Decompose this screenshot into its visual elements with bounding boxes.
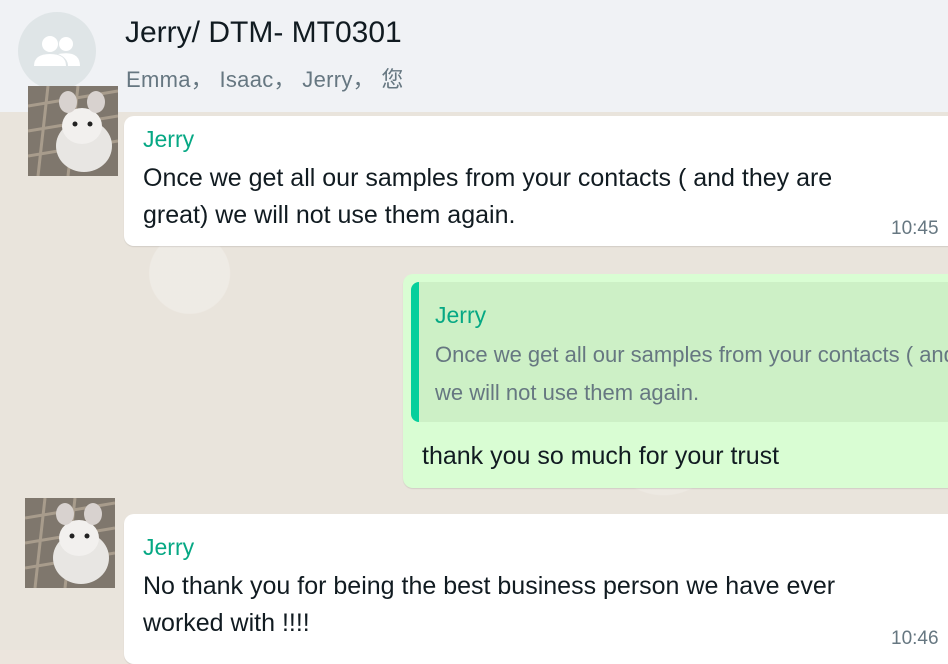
message-text: thank you so much for your trust [422,442,780,470]
group-avatar[interactable] [18,12,96,90]
chat-title: Jerry/ DTM- MT0301 [125,16,402,49]
quote-line: Once we get all our samples from your co… [435,342,948,367]
message-line: worked with !!!! [143,609,310,637]
group-members: Emma， Isaac， Jerry， 您 [126,67,404,92]
message-time: 10:45 [891,218,939,239]
sender-name: Jerry [143,534,195,560]
message-text: No thank you for being the best business… [143,568,943,642]
quoted-message[interactable]: Jerry Once we get all our samples from y… [411,282,948,422]
outgoing-message-bubble[interactable]: Jerry Once we get all our samples from y… [403,274,948,488]
quote-text: Once we get all our samples from your co… [435,336,948,412]
avatar[interactable] [28,86,118,176]
chat-header[interactable]: Jerry/ DTM- MT0301 Emma， Isaac， Jerry， 您 [0,0,948,112]
message-bubble[interactable]: Jerry Once we get all our samples from y… [124,116,948,246]
message-line: Once we get all our samples from your co… [143,164,833,192]
message-time: 10:46 [891,628,939,649]
chinchilla-avatar-icon [28,86,118,176]
message-text: Once we get all our samples from your co… [143,160,943,234]
quote-sender: Jerry [435,302,487,328]
sender-name: Jerry [143,126,195,152]
message-line: great) we will not use them again. [143,201,516,229]
avatar[interactable] [25,498,115,588]
quote-line: we will not use them again. [435,380,700,405]
message-line: No thank you for being the best business… [143,572,836,600]
message-bubble[interactable]: Jerry No thank you for being the best bu… [124,514,948,664]
quote-bar [411,282,419,422]
chinchilla-avatar-icon [25,498,115,588]
group-icon [34,36,80,66]
